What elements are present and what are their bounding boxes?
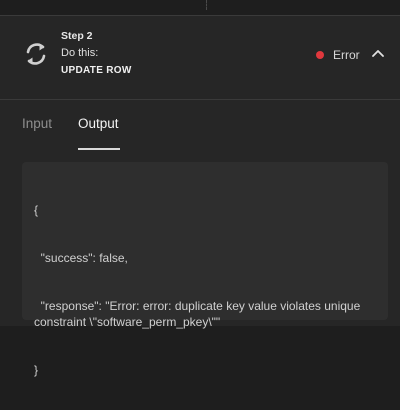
chevron-up-icon[interactable]: [370, 47, 386, 59]
tab-output[interactable]: Output: [78, 116, 119, 131]
workflow-canvas-top: [0, 0, 400, 15]
active-tab-indicator: [78, 148, 120, 150]
step-action-name: UPDATE ROW: [61, 65, 132, 76]
step-header[interactable]: Step 2 Do this: UPDATE ROW Error: [0, 16, 400, 100]
step-instruction: Do this:: [61, 47, 99, 59]
output-line: "success": false,: [34, 251, 128, 265]
output-line: "response": "Error: error: duplicate key…: [34, 299, 364, 329]
output-line: {: [34, 203, 39, 217]
status-label: Error: [333, 48, 360, 62]
step-panel: Step 2 Do this: UPDATE ROW Error Input O…: [0, 15, 400, 377]
output-json[interactable]: { "success": false, "response": "Error: …: [34, 170, 379, 410]
tab-bar: Input Output: [0, 99, 400, 150]
tab-input[interactable]: Input: [22, 116, 52, 131]
output-line: }: [34, 363, 39, 377]
status-indicator: Error: [316, 48, 360, 62]
output-panel[interactable]: { "success": false, "response": "Error: …: [22, 162, 388, 377]
error-status-dot: [316, 51, 324, 59]
refresh-icon: [26, 43, 46, 65]
step-connector-line: [206, 0, 208, 10]
step-number: Step 2: [61, 30, 93, 42]
